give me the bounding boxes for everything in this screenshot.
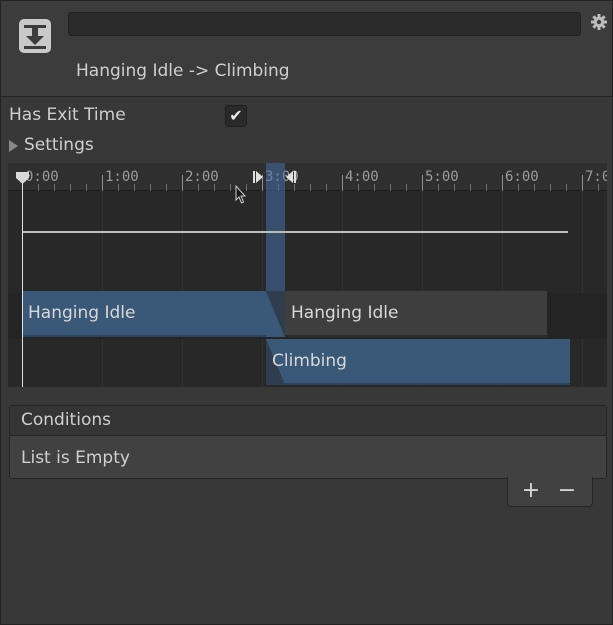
ruler-major-tick bbox=[102, 175, 103, 191]
transition-title: Hanging Idle -> Climbing bbox=[76, 61, 290, 81]
add-condition-button[interactable]: + bbox=[516, 479, 546, 503]
source-clip-repeat-bar: Hanging Idle bbox=[285, 291, 547, 337]
destination-clip-label: Climbing bbox=[272, 351, 347, 371]
grid-line bbox=[102, 191, 103, 387]
transition-timeline[interactable]: 0:001:002:003:004:005:006:007:0 Hanging … bbox=[8, 163, 607, 387]
ruler-minor-tick bbox=[454, 184, 455, 191]
ruler-minor-tick bbox=[54, 184, 55, 191]
ruler-major-tick bbox=[342, 175, 343, 191]
transition-name-field[interactable] bbox=[68, 12, 581, 36]
conditions-list-footer: + − bbox=[507, 477, 593, 507]
ruler-minor-tick bbox=[550, 184, 551, 191]
conditions-empty-text: List is Empty bbox=[21, 448, 130, 468]
gear-icon[interactable] bbox=[590, 13, 608, 31]
playhead-icon[interactable] bbox=[15, 171, 30, 185]
ruler-major-tick bbox=[422, 175, 423, 191]
ruler-minor-tick bbox=[118, 184, 119, 191]
playhead-line[interactable] bbox=[22, 181, 23, 387]
ruler-minor-tick bbox=[38, 184, 39, 191]
ruler-minor-tick bbox=[406, 184, 407, 191]
ruler-tick-label: 2:00 bbox=[185, 169, 219, 185]
ruler-minor-tick bbox=[310, 184, 311, 191]
ruler-minor-tick bbox=[70, 184, 71, 191]
ruler-minor-tick bbox=[374, 184, 375, 191]
inspector-header: Hanging Idle -> Climbing bbox=[1, 1, 612, 97]
ruler-minor-tick bbox=[598, 184, 599, 191]
ruler-minor-tick bbox=[326, 184, 327, 191]
ruler-tick-label: 5:00 bbox=[425, 169, 459, 185]
ruler-tick-label: 4:00 bbox=[345, 169, 379, 185]
ruler-minor-tick bbox=[150, 184, 151, 191]
timeline-ruler[interactable]: 0:001:002:003:004:005:006:007:0 bbox=[8, 163, 607, 191]
source-clip-fade bbox=[266, 291, 285, 337]
ruler-minor-tick bbox=[294, 184, 295, 191]
ruler-tick-label: 6:00 bbox=[505, 169, 539, 185]
transition-inspector: Hanging Idle -> Climbing Has Exit Time ✔… bbox=[0, 0, 613, 625]
transition-weight-curve bbox=[22, 231, 568, 233]
ruler-minor-tick bbox=[134, 184, 135, 191]
ruler-minor-tick bbox=[486, 184, 487, 191]
has-exit-time-label: Has Exit Time bbox=[9, 105, 126, 125]
ruler-minor-tick bbox=[534, 184, 535, 191]
conditions-header: Conditions bbox=[10, 406, 606, 436]
ruler-minor-tick bbox=[566, 184, 567, 191]
settings-foldout-arrow-icon[interactable] bbox=[9, 140, 18, 152]
ruler-major-tick bbox=[182, 175, 183, 191]
ruler-minor-tick bbox=[86, 184, 87, 191]
ruler-minor-tick bbox=[214, 184, 215, 191]
grid-line bbox=[182, 191, 183, 387]
ruler-minor-tick bbox=[198, 184, 199, 191]
transition-import-icon bbox=[19, 19, 51, 53]
ruler-major-tick bbox=[502, 175, 503, 191]
settings-foldout-label[interactable]: Settings bbox=[24, 135, 94, 155]
remove-condition-button[interactable]: − bbox=[552, 479, 582, 503]
ruler-major-tick bbox=[582, 175, 583, 191]
ruler-minor-tick bbox=[518, 184, 519, 191]
ruler-tick-label: 0:00 bbox=[25, 169, 59, 185]
transition-overlap-band[interactable] bbox=[266, 163, 285, 293]
ruler-tick-label: 7:0 bbox=[585, 169, 607, 185]
transition-start-marker-icon[interactable] bbox=[252, 170, 264, 184]
source-clip-bar[interactable]: Hanging Idle bbox=[22, 291, 266, 337]
grid-line bbox=[582, 191, 583, 387]
ruler-minor-tick bbox=[166, 184, 167, 191]
conditions-list: Conditions List is Empty bbox=[9, 405, 607, 479]
mouse-cursor-icon bbox=[235, 185, 247, 204]
grid-line bbox=[262, 191, 263, 387]
ruler-tick-label: 1:00 bbox=[105, 169, 139, 185]
transition-end-marker-icon[interactable] bbox=[285, 170, 297, 184]
ruler-minor-tick bbox=[230, 184, 231, 191]
ruler-minor-tick bbox=[438, 184, 439, 191]
ruler-minor-tick bbox=[358, 184, 359, 191]
ruler-minor-tick bbox=[470, 184, 471, 191]
ruler-minor-tick bbox=[390, 184, 391, 191]
has-exit-time-checkbox[interactable]: ✔ bbox=[225, 105, 247, 127]
